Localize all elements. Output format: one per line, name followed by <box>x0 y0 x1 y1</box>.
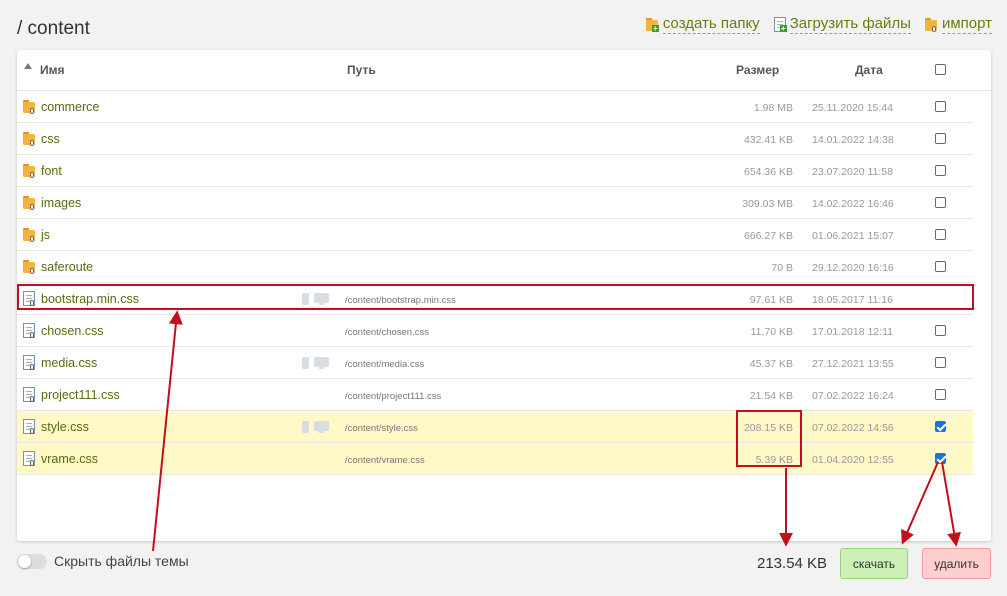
arrow-to-bootstrap-row <box>152 310 183 552</box>
arrow-to-download-button <box>901 461 939 545</box>
arrow-to-delete-button <box>941 461 962 547</box>
annotation-arrows <box>152 310 962 552</box>
